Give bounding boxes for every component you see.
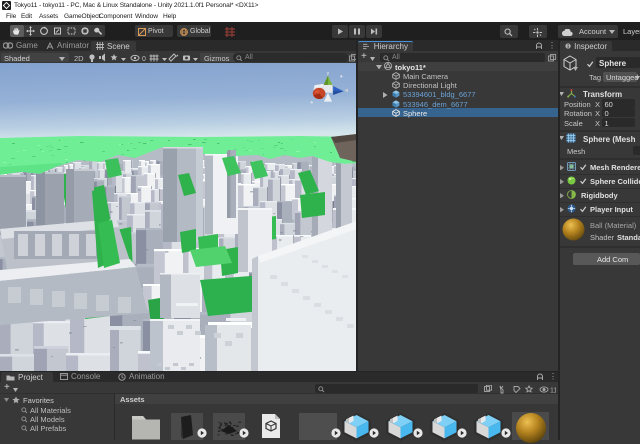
svg-text:0: 0 bbox=[142, 56, 146, 63]
